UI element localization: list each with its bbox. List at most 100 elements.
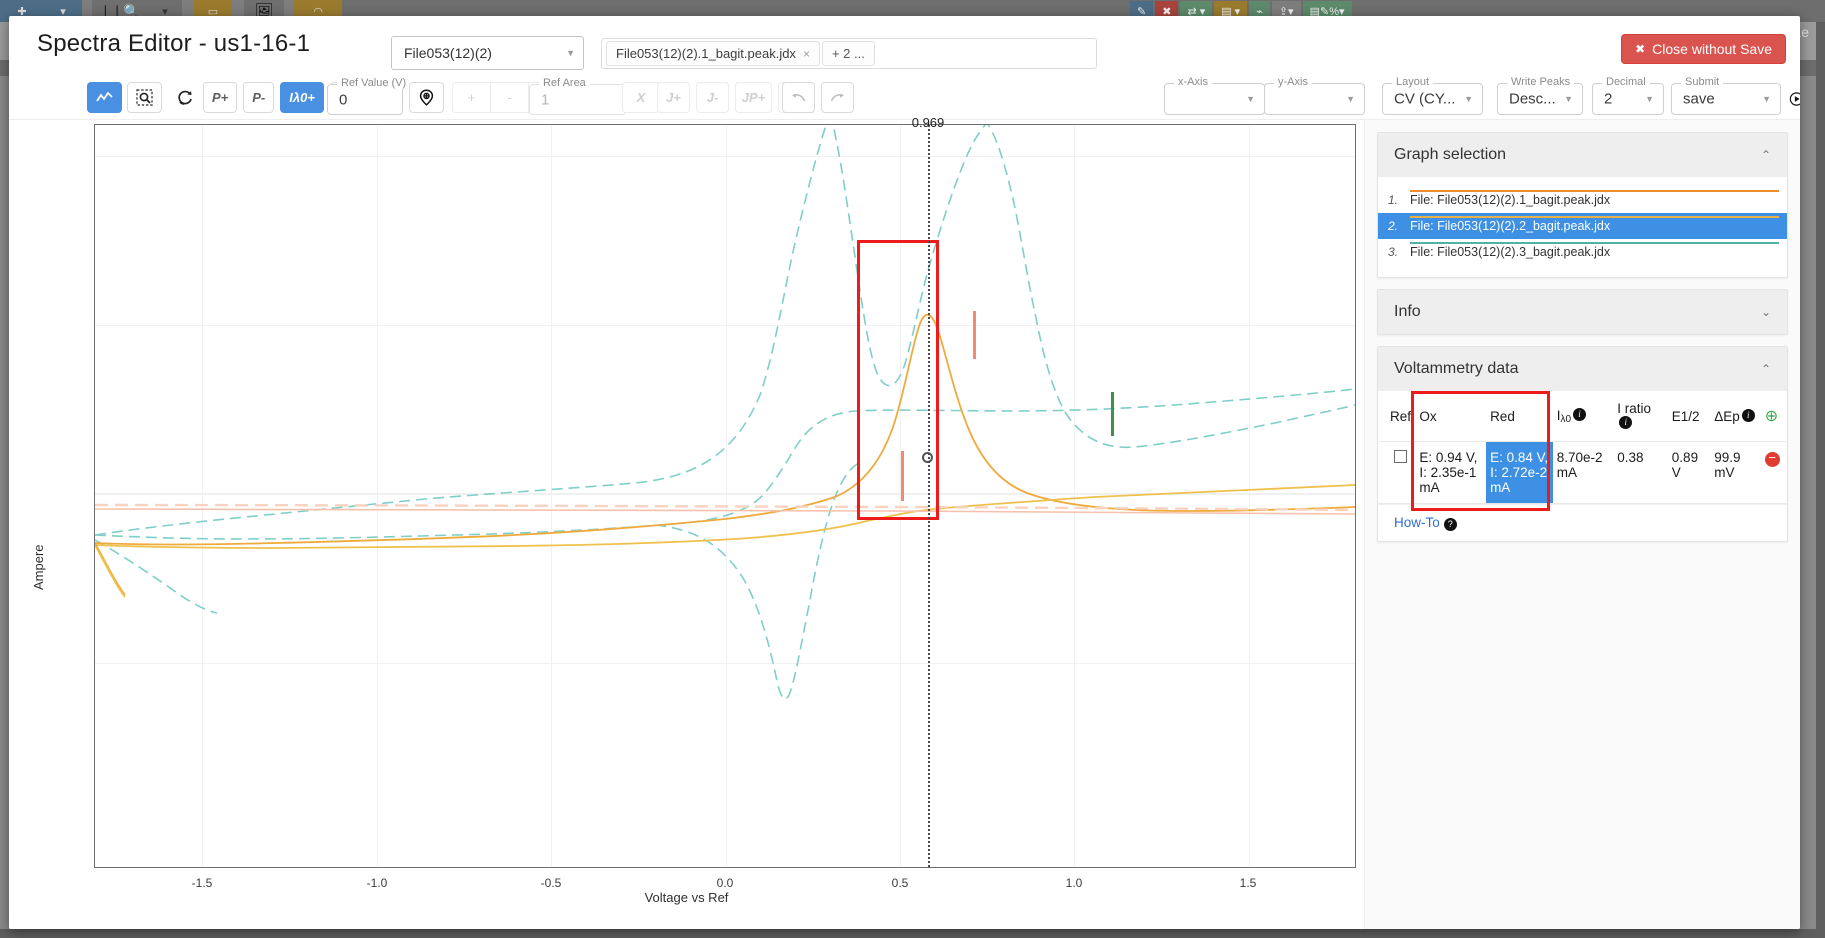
page-scrollbar-horizontal[interactable] bbox=[0, 929, 1825, 938]
ref-area-input[interactable]: 1 bbox=[541, 91, 549, 108]
ref-checkbox-cell[interactable] bbox=[1378, 442, 1415, 504]
x-tick-label: -0.5 bbox=[541, 876, 562, 890]
page-scrollbar-vertical[interactable] bbox=[1816, 22, 1825, 938]
graph-selection-item[interactable]: 2. File: File053(12)(2).2_bagit.peak.jdx bbox=[1378, 213, 1787, 239]
info-title: Info bbox=[1394, 303, 1421, 321]
submit-select[interactable]: Submit save ▼ bbox=[1671, 83, 1781, 115]
ilambda0-add-button[interactable]: Iλ0+ bbox=[280, 82, 324, 113]
submit-value: save bbox=[1683, 91, 1715, 108]
close-icon[interactable]: × bbox=[803, 47, 810, 61]
graph-selection-item[interactable]: 1. File: File053(12)(2).1_bagit.peak.jdx bbox=[1378, 187, 1787, 213]
graph-item-number: 2. bbox=[1388, 213, 1410, 233]
write-peaks-select[interactable]: Write Peaks Desc... ▼ bbox=[1497, 83, 1583, 115]
file-chip[interactable]: File053(12)(2).1_bagit.peak.jdx × bbox=[606, 41, 820, 66]
question-icon[interactable]: ? bbox=[1444, 518, 1457, 531]
jp-plus-button[interactable]: JP+ bbox=[735, 82, 772, 113]
graph-selection-card: Graph selection ⌃ 1. File: File053(12)(2… bbox=[1377, 132, 1788, 278]
modal-header: Spectra Editor - us1-16-1 File053(12)(2)… bbox=[9, 16, 1800, 76]
ref-area-field[interactable]: Ref Area 1 bbox=[529, 84, 626, 115]
info-header[interactable]: Info ⌄ bbox=[1378, 290, 1787, 334]
chevron-down-icon: ▼ bbox=[1762, 94, 1771, 104]
reference-marker[interactable] bbox=[1111, 392, 1114, 436]
decimal-select[interactable]: Decimal 2 ▼ bbox=[1592, 83, 1664, 115]
add-row-button[interactable]: ⊕ bbox=[1761, 391, 1787, 442]
close-without-save-button[interactable]: ✖ Close without Save bbox=[1621, 34, 1786, 64]
graph-selection-list: 1. File: File053(12)(2).1_bagit.peak.jdx… bbox=[1378, 177, 1787, 277]
col-ox: Ox bbox=[1415, 391, 1486, 442]
y-axis-select[interactable]: y-Axis ▼ bbox=[1264, 83, 1365, 115]
chevron-down-icon[interactable]: ⌄ bbox=[1761, 305, 1771, 319]
chevron-up-icon[interactable]: ⌃ bbox=[1761, 362, 1771, 376]
chevron-down-icon: ▼ bbox=[1246, 94, 1255, 104]
col-i-lambda0: Iλ0i bbox=[1553, 391, 1614, 442]
submit-label: Submit bbox=[1681, 76, 1723, 88]
zoom-select-icon bbox=[136, 89, 153, 106]
selection-rectangle[interactable] bbox=[857, 240, 939, 520]
file-chip-more[interactable]: + 2 ... bbox=[822, 41, 875, 66]
spectra-curves bbox=[95, 125, 1355, 867]
redo-icon bbox=[830, 91, 845, 104]
j-plus-button[interactable]: J+ bbox=[657, 82, 690, 113]
ref-value-input[interactable]: 0 bbox=[339, 91, 347, 108]
ref-pin-button[interactable] bbox=[409, 82, 444, 113]
ox-cell[interactable]: E: 0.94 V, I: 2.35e-1 mA bbox=[1415, 442, 1486, 504]
info-icon[interactable]: i bbox=[1742, 409, 1755, 422]
chevron-down-icon: ▼ bbox=[1464, 94, 1473, 104]
plot-area[interactable]: 0.969 bbox=[94, 124, 1356, 868]
graph-item-label: File: File053(12)(2).2_bagit.peak.jdx bbox=[1410, 218, 1779, 233]
how-to-row[interactable]: How-To? bbox=[1378, 504, 1787, 541]
col-ref: Ref bbox=[1378, 391, 1415, 442]
run-submit-button[interactable] bbox=[1781, 83, 1800, 115]
ref-value-field[interactable]: Ref Value (V) 0 bbox=[327, 84, 403, 115]
decrement-button[interactable]: - bbox=[490, 82, 528, 113]
file-select-dropdown[interactable]: File053(12)(2) ▼ bbox=[391, 36, 584, 70]
undo-button[interactable] bbox=[782, 82, 815, 113]
redo-button[interactable] bbox=[821, 82, 854, 113]
line-chart-tool-button[interactable] bbox=[87, 82, 122, 113]
zoom-select-tool-button[interactable] bbox=[127, 82, 162, 113]
spectra-chart[interactable]: Ampere Voltage vs Ref 0.00040 0.00020 0.… bbox=[9, 120, 1364, 929]
x-tick-label: -1.5 bbox=[192, 876, 213, 890]
file-chip-bar: File053(12)(2).1_bagit.peak.jdx × + 2 ..… bbox=[601, 38, 1097, 69]
file-chip-more-label: + 2 ... bbox=[832, 46, 865, 61]
increment-button[interactable]: + bbox=[452, 82, 490, 113]
reset-zoom-button[interactable] bbox=[168, 82, 203, 113]
chevron-up-icon[interactable]: ⌃ bbox=[1761, 148, 1771, 162]
remove-row-button[interactable]: − bbox=[1761, 442, 1787, 504]
j-minus-button[interactable]: J- bbox=[696, 82, 729, 113]
ref-checkbox[interactable] bbox=[1394, 450, 1407, 463]
peak-remove-button[interactable]: P- bbox=[243, 82, 274, 113]
i-ratio-cell: 0.38 bbox=[1613, 442, 1668, 504]
peak-add-button[interactable]: P+ bbox=[203, 82, 237, 113]
table-row[interactable]: E: 0.94 V, I: 2.35e-1 mA E: 0.84 V, I: 2… bbox=[1378, 442, 1787, 504]
how-to-link[interactable]: How-To bbox=[1394, 515, 1440, 530]
y-axis-label: y-Axis bbox=[1274, 76, 1312, 88]
editor-body: Ampere Voltage vs Ref 0.00040 0.00020 0.… bbox=[9, 120, 1800, 929]
x-button[interactable]: X bbox=[622, 82, 660, 113]
chevron-down-icon: ▼ bbox=[1346, 94, 1355, 104]
file-chip-label: File053(12)(2).1_bagit.peak.jdx bbox=[616, 46, 796, 61]
col-red: Red bbox=[1486, 391, 1553, 442]
x-axis-title: Voltage vs Ref bbox=[9, 890, 1364, 905]
graph-selection-header[interactable]: Graph selection ⌃ bbox=[1378, 133, 1787, 177]
write-peaks-label: Write Peaks bbox=[1507, 76, 1574, 88]
close-icon: ✖ bbox=[1635, 42, 1645, 56]
write-peaks-value: Desc... bbox=[1509, 91, 1556, 108]
col-i-ratio: I ratioi bbox=[1613, 391, 1668, 442]
x-axis-select[interactable]: x-Axis ▼ bbox=[1164, 83, 1265, 115]
info-card: Info ⌄ bbox=[1377, 289, 1788, 335]
voltammetry-header[interactable]: Voltammetry data ⌃ bbox=[1378, 347, 1787, 391]
chevron-down-icon: ▼ bbox=[566, 48, 575, 58]
col-e-half: E1/2 bbox=[1668, 391, 1710, 442]
info-icon[interactable]: i bbox=[1573, 408, 1586, 421]
x-tick-label: 1.5 bbox=[1240, 876, 1257, 890]
delta-ep-cell: 99.9 mV bbox=[1710, 442, 1760, 504]
spectra-editor-modal: Spectra Editor - us1-16-1 File053(12)(2)… bbox=[9, 16, 1800, 929]
info-icon[interactable]: i bbox=[1619, 416, 1632, 429]
layout-select[interactable]: Layout CV (CY... ▼ bbox=[1382, 83, 1483, 115]
graph-selection-item[interactable]: 3. File: File053(12)(2).3_bagit.peak.jdx bbox=[1378, 239, 1787, 265]
red-cell[interactable]: E: 0.84 V, I: 2.72e-2 mA bbox=[1486, 442, 1553, 504]
plus-circle-icon: ⊕ bbox=[1765, 408, 1778, 425]
col-delta-ep-label: ΔEp bbox=[1714, 409, 1740, 424]
peak-marker[interactable] bbox=[973, 311, 976, 359]
